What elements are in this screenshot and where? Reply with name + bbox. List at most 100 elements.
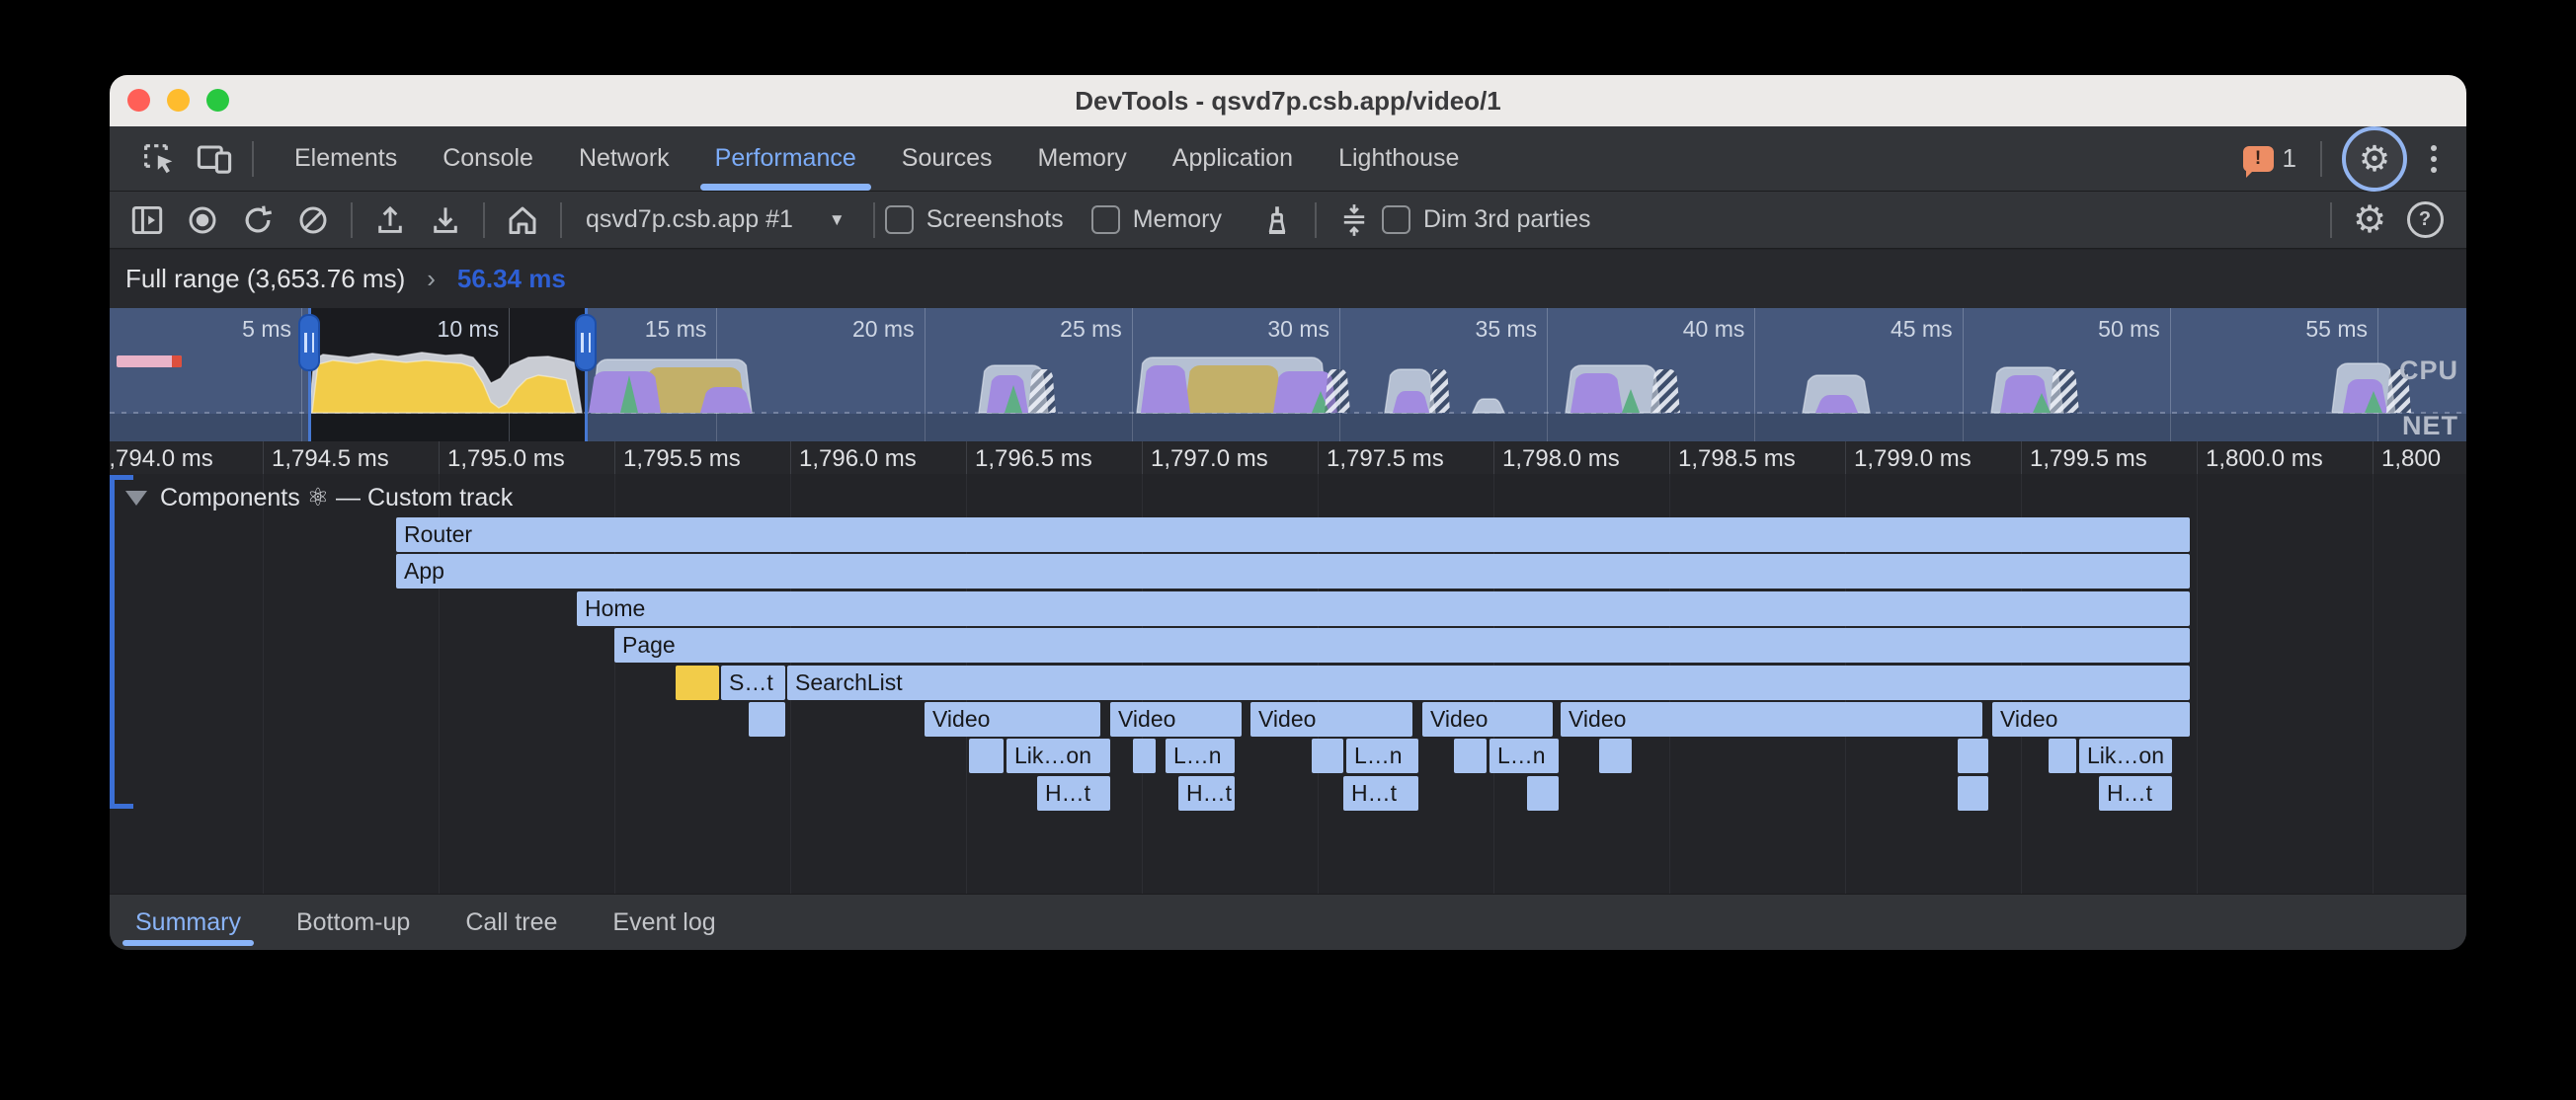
capture-settings-icon[interactable]: ⚙ bbox=[2342, 193, 2397, 248]
time-ruler: 1,794.0 ms1,794.5 ms1,795.0 ms1,795.5 ms… bbox=[110, 441, 2466, 475]
flame-bar-router[interactable]: Router bbox=[396, 517, 2190, 552]
throttling-icon[interactable] bbox=[1327, 193, 1382, 248]
flame-bar-likon[interactable]: Lik…on bbox=[1006, 739, 1110, 773]
dim-3rd-parties-checkbox[interactable] bbox=[1382, 205, 1410, 234]
flame-bar[interactable] bbox=[1958, 776, 1988, 811]
upload-profile-icon[interactable] bbox=[362, 193, 418, 248]
tab-label: Bottom-up bbox=[296, 908, 410, 937]
flame-bar[interactable] bbox=[1599, 739, 1632, 773]
issues-button[interactable]: ! 1 bbox=[2243, 143, 2296, 174]
flame-bar-ln[interactable]: L…n bbox=[1489, 739, 1559, 773]
timeline-overview[interactable]: 5 ms10 ms15 ms20 ms25 ms30 ms35 ms40 ms4… bbox=[110, 308, 2466, 442]
flame-bar-video[interactable]: Video bbox=[1422, 702, 1553, 737]
window-title: DevTools - qsvd7p.csb.app/video/1 bbox=[110, 75, 2466, 126]
flame-bar-video[interactable]: Video bbox=[1992, 702, 2190, 737]
record-icon[interactable] bbox=[175, 193, 230, 248]
download-profile-icon[interactable] bbox=[418, 193, 473, 248]
flame-bar[interactable] bbox=[1133, 739, 1156, 773]
flame-bar-ht[interactable]: H…t bbox=[1343, 776, 1418, 811]
flame-bar[interactable] bbox=[1454, 739, 1487, 773]
selected-range-breadcrumb[interactable]: 56.34 ms bbox=[457, 264, 566, 294]
help-icon[interactable]: ? bbox=[2397, 193, 2453, 248]
tab-event-log[interactable]: Event log bbox=[612, 895, 715, 950]
devtools-window: DevTools - qsvd7p.csb.app/video/1 Elemen… bbox=[110, 75, 2466, 950]
ruler-time-label: 1,796.5 ms bbox=[975, 445, 1092, 473]
flame-bar-likon[interactable]: Lik…on bbox=[2079, 739, 2172, 773]
more-options-icon[interactable] bbox=[2417, 145, 2451, 173]
memory-checkbox[interactable] bbox=[1091, 205, 1120, 234]
flame-bar[interactable] bbox=[1958, 739, 1988, 773]
flame-bar-ht[interactable]: H…t bbox=[1178, 776, 1235, 811]
ruler-tick bbox=[614, 441, 615, 474]
tab-summary[interactable]: Summary bbox=[135, 895, 241, 950]
tab-call-tree[interactable]: Call tree bbox=[465, 895, 557, 950]
flame-bar-ht[interactable]: H…t bbox=[1037, 776, 1110, 811]
flame-bar-page[interactable]: Page bbox=[614, 628, 2190, 663]
collapse-track-icon[interactable] bbox=[125, 491, 147, 506]
settings-button-focused[interactable]: ⚙ bbox=[2342, 126, 2407, 192]
flame-bar-video[interactable]: Video bbox=[1250, 702, 1412, 737]
selection-right-handle[interactable] bbox=[575, 314, 597, 371]
tab-elements[interactable]: Elements bbox=[272, 126, 420, 191]
ruler-tick bbox=[1845, 441, 1846, 474]
flame-bar-ht[interactable]: H…t bbox=[2099, 776, 2172, 811]
chevron-right-icon: › bbox=[427, 264, 436, 294]
reload-record-icon[interactable] bbox=[230, 193, 285, 248]
flame-bar-home[interactable]: Home bbox=[577, 591, 2190, 626]
flame-bar-ln[interactable]: L…n bbox=[1346, 739, 1418, 773]
tab-application[interactable]: Application bbox=[1150, 126, 1316, 191]
tab-console[interactable]: Console bbox=[420, 126, 556, 191]
full-range-breadcrumb[interactable]: Full range (3,653.76 ms) bbox=[125, 264, 405, 294]
device-toolbar-icon[interactable] bbox=[187, 131, 242, 187]
flame-bar-video[interactable]: Video bbox=[1110, 702, 1242, 737]
tab-label: Event log bbox=[612, 908, 715, 937]
flame-bar-ln[interactable]: L…n bbox=[1166, 739, 1235, 773]
collect-garbage-icon[interactable] bbox=[1249, 193, 1305, 248]
ruler-tick bbox=[2021, 441, 2022, 474]
flame-bar-video[interactable]: Video bbox=[925, 702, 1100, 737]
flame-bar-st[interactable]: S…t bbox=[721, 666, 785, 700]
separator bbox=[351, 202, 353, 238]
toggle-sidebar-icon[interactable] bbox=[120, 193, 175, 248]
gridline bbox=[2373, 474, 2374, 894]
flame-bar[interactable] bbox=[676, 666, 719, 700]
dim-3rd-parties-toggle[interactable]: Dim 3rd parties bbox=[1382, 205, 1619, 234]
chevron-down-icon[interactable]: ▼ bbox=[829, 210, 845, 230]
screenshots-toggle[interactable]: Screenshots bbox=[885, 205, 1091, 234]
flame-bar-video[interactable]: Video bbox=[1561, 702, 1982, 737]
ruler-time-label: 1,800 bbox=[2381, 445, 2441, 473]
inspect-element-icon[interactable] bbox=[131, 131, 187, 187]
tab-performance[interactable]: Performance bbox=[692, 126, 879, 191]
flame-bar-searchlist[interactable]: SearchList bbox=[787, 666, 2190, 700]
clear-icon[interactable] bbox=[285, 193, 341, 248]
tab-network[interactable]: Network bbox=[556, 126, 692, 191]
separator bbox=[2320, 141, 2322, 177]
tab-bottom-up[interactable]: Bottom-up bbox=[296, 895, 410, 950]
issues-count: 1 bbox=[2283, 143, 2296, 174]
separator bbox=[252, 141, 254, 177]
gear-icon: ⚙ bbox=[2359, 141, 2390, 177]
target-selector[interactable]: qsvd7p.csb.app #1 bbox=[586, 205, 793, 234]
flame-bar[interactable] bbox=[969, 739, 1004, 773]
ruler-tick bbox=[1318, 441, 1319, 474]
home-icon[interactable] bbox=[495, 193, 550, 248]
flame-bar[interactable] bbox=[749, 702, 785, 737]
custom-track-header[interactable]: Components ⚛ — Custom track bbox=[125, 483, 513, 512]
screenshots-checkbox[interactable] bbox=[885, 205, 914, 234]
tab-memory[interactable]: Memory bbox=[1014, 126, 1149, 191]
separator bbox=[560, 202, 562, 238]
memory-toggle[interactable]: Memory bbox=[1091, 205, 1249, 234]
ruler-tick bbox=[790, 441, 791, 474]
track-focus-bracket-bottom bbox=[110, 804, 133, 809]
network-request-strip bbox=[117, 355, 182, 367]
flame-bar[interactable] bbox=[1312, 739, 1343, 773]
tab-lighthouse[interactable]: Lighthouse bbox=[1316, 126, 1482, 191]
flame-chart-area[interactable]: Components ⚛ — Custom track RouterAppHom… bbox=[110, 474, 2466, 894]
flame-bar[interactable] bbox=[2049, 739, 2076, 773]
flame-bar-app[interactable]: App bbox=[396, 554, 2190, 589]
tab-sources[interactable]: Sources bbox=[879, 126, 1015, 191]
network-request-tail bbox=[172, 355, 182, 367]
selection-left-handle[interactable] bbox=[298, 314, 320, 371]
flame-bar[interactable] bbox=[1527, 776, 1559, 811]
gridline bbox=[263, 474, 264, 894]
